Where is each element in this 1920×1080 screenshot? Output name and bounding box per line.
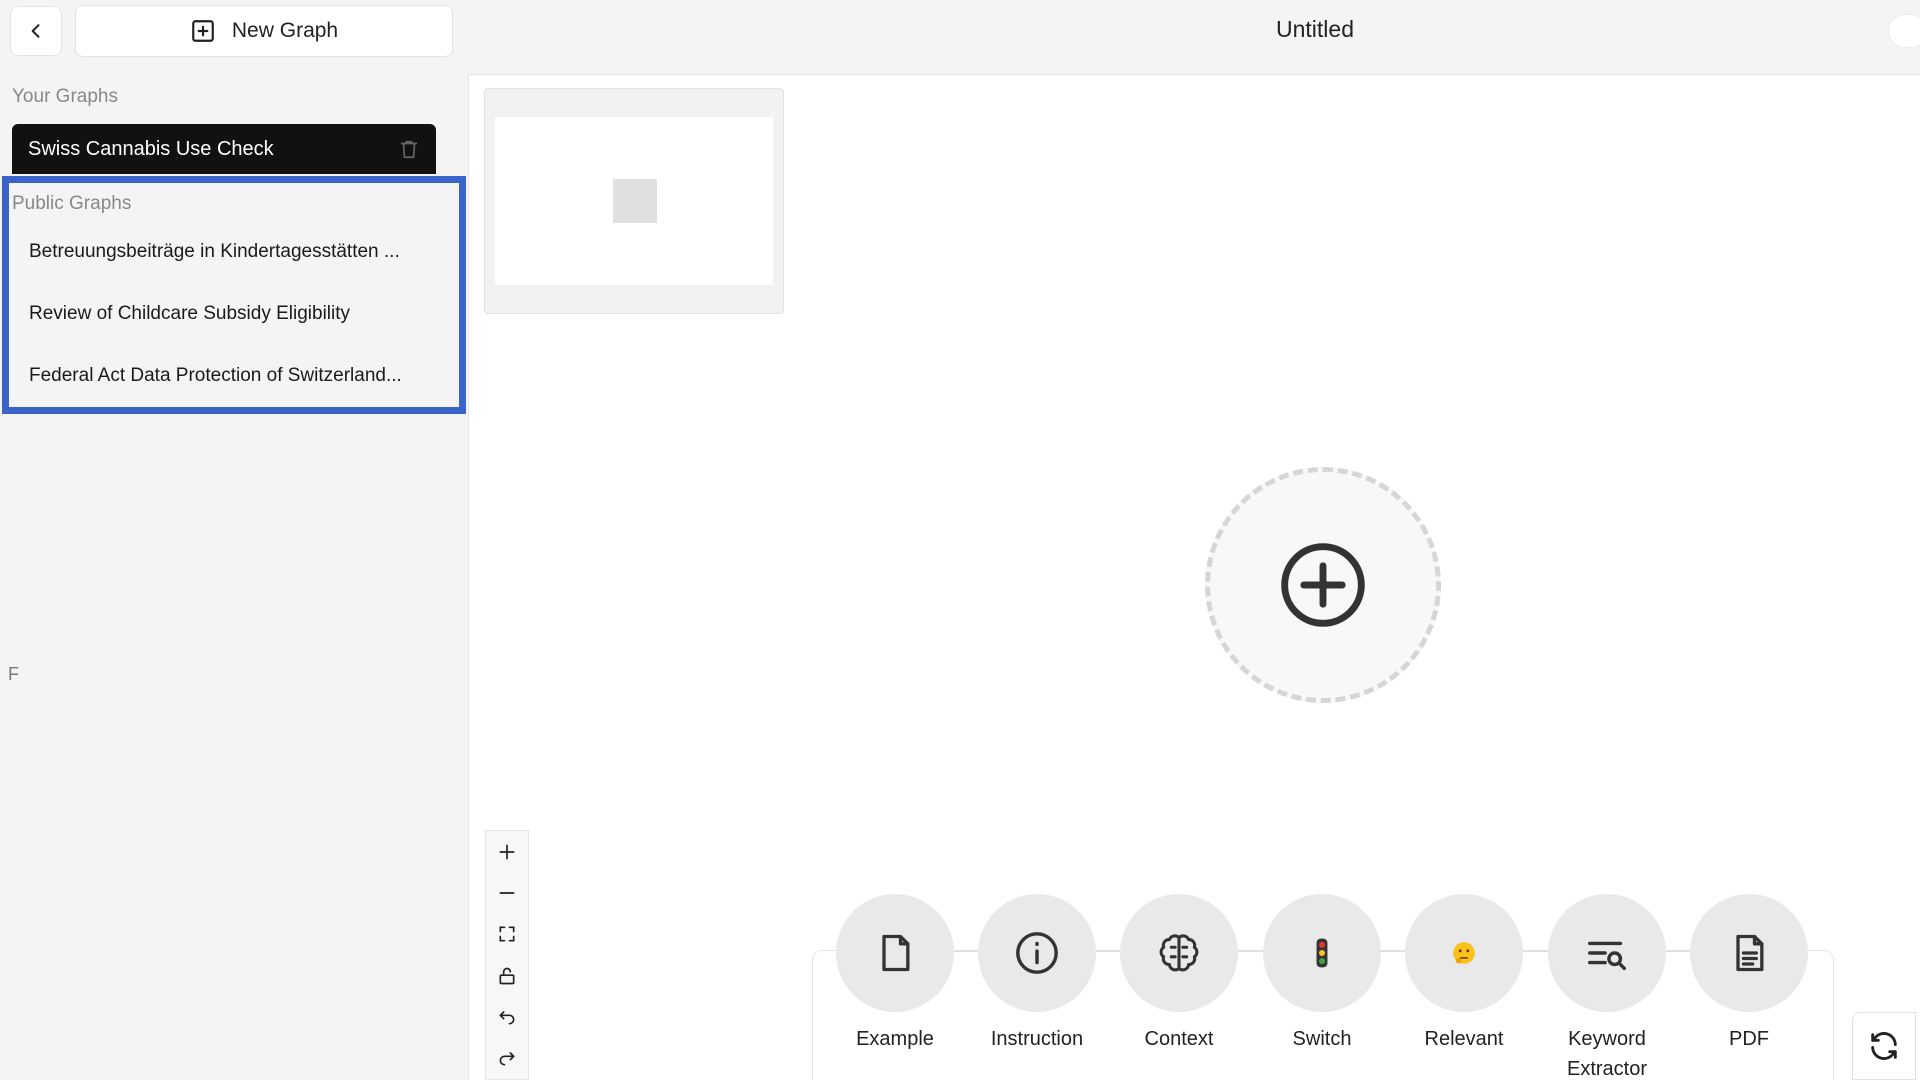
tool-pdf[interactable]: PDF: [1678, 894, 1820, 1054]
preview-area: [495, 117, 773, 285]
tool-context-circle[interactable]: [1120, 894, 1238, 1012]
back-button[interactable]: [10, 6, 62, 56]
unlock-icon: [499, 967, 515, 984]
add-node-button[interactable]: [1205, 467, 1441, 703]
plus-square-icon: [192, 20, 214, 42]
tool-context[interactable]: Context: [1108, 894, 1250, 1054]
tool-keyword-circle[interactable]: [1548, 894, 1666, 1012]
sidebar: Your Graphs Swiss Cannabis Use Check Pub…: [0, 72, 468, 1080]
your-graphs-heading: Your Graphs: [12, 86, 118, 107]
lock-button[interactable]: [486, 955, 528, 996]
public-graphs-section: Public Graphs Betreuungsbeiträge in Kind…: [2, 176, 466, 414]
document-icon: [1736, 934, 1764, 972]
public-graph-item[interactable]: Betreuungsbeiträge in Kindertagesstätten…: [29, 241, 400, 263]
tool-example-circle[interactable]: [836, 894, 954, 1012]
preview-placeholder: [613, 179, 657, 223]
traffic-light-icon: [1316, 938, 1328, 968]
plus-icon: [499, 844, 515, 860]
public-graph-item[interactable]: Federal Act Data Protection of Switzerla…: [29, 365, 402, 387]
your-graph-item[interactable]: Swiss Cannabis Use Check: [12, 124, 436, 174]
tool-label: Example: [856, 1028, 934, 1050]
file-icon: [882, 934, 910, 972]
tool-relevant-circle[interactable]: [1405, 894, 1523, 1012]
top-bar: New Graph Untitled: [0, 0, 1920, 72]
tool-pdf-circle[interactable]: [1690, 894, 1808, 1012]
canvas-controls: [485, 830, 529, 1080]
search-list-icon: [1588, 941, 1626, 971]
tool-example[interactable]: Example: [824, 894, 966, 1054]
your-graph-label: Swiss Cannabis Use Check: [28, 137, 274, 160]
redo-button[interactable]: [486, 1038, 528, 1079]
tool-label: PDF: [1729, 1028, 1769, 1050]
new-graph-button[interactable]: New Graph: [75, 5, 453, 57]
public-graphs-heading: Public Graphs: [12, 193, 132, 214]
tool-instruction[interactable]: Instruction: [966, 894, 1108, 1054]
zoom-in-button[interactable]: [486, 831, 528, 872]
refresh-icon: [1871, 1032, 1897, 1060]
brain-icon: [1159, 934, 1199, 972]
info-icon: [1016, 932, 1058, 974]
new-graph-label: New Graph: [231, 19, 339, 42]
tool-instruction-circle[interactable]: [978, 894, 1096, 1012]
tool-label: Switch: [1292, 1028, 1352, 1050]
refresh-button[interactable]: [1852, 1012, 1916, 1080]
undo-button[interactable]: [486, 996, 528, 1037]
zoom-out-button[interactable]: [486, 872, 528, 913]
chevron-left-icon: [31, 24, 40, 38]
tool-label: Keyword Extractor: [1566, 1028, 1648, 1080]
undo-icon: [499, 1011, 515, 1025]
minus-icon: [499, 892, 515, 894]
tool-label: Instruction: [990, 1028, 1084, 1050]
redo-icon: [499, 1052, 515, 1066]
plus-circle-icon: [1281, 543, 1365, 627]
fit-view-icon: [499, 926, 515, 942]
tool-label: Context: [1144, 1028, 1214, 1050]
tool-label: Relevant: [1424, 1028, 1504, 1050]
theme-toggle[interactable]: [1888, 14, 1920, 48]
tool-switch-circle[interactable]: [1263, 894, 1381, 1012]
tool-keyword-extractor[interactable]: Keyword Extractor: [1536, 894, 1678, 1080]
public-graph-item[interactable]: Review of Childcare Subsidy Eligibility: [29, 303, 350, 325]
fit-view-button[interactable]: [486, 914, 528, 955]
trash-icon[interactable]: [398, 137, 420, 161]
stray-text: F: [8, 664, 19, 684]
graph-title[interactable]: Untitled: [1040, 16, 1590, 43]
thinking-face-icon: [1453, 942, 1475, 964]
tool-switch[interactable]: Switch: [1251, 894, 1393, 1054]
graph-preview-card[interactable]: [484, 88, 784, 314]
tool-relevant[interactable]: Relevant: [1393, 894, 1535, 1054]
